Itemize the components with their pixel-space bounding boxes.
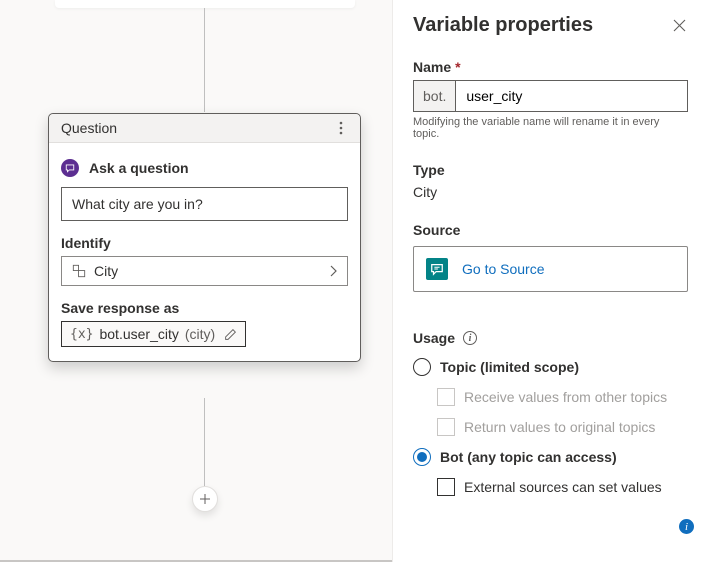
external-sources-checkbox[interactable]: External sources can set values — [437, 478, 688, 496]
previous-node-edge — [55, 0, 355, 8]
go-to-source-label: Go to Source — [462, 261, 545, 277]
info-tooltip-button[interactable]: i — [679, 519, 694, 534]
question-icon — [61, 159, 79, 177]
go-to-source-button[interactable]: Go to Source — [413, 246, 688, 292]
variable-type-paren: (city) — [185, 326, 215, 342]
source-label: Source — [413, 222, 688, 238]
close-icon — [673, 19, 686, 32]
name-label: Name — [413, 59, 451, 75]
node-header-title: Question — [61, 120, 117, 136]
entity-icon — [72, 264, 86, 278]
variable-chip[interactable]: {x} bot.user_city (city) — [61, 321, 246, 347]
radio-icon-selected — [413, 448, 431, 466]
return-values-checkbox: Return values to original topics — [437, 418, 688, 436]
checkbox-icon — [437, 478, 455, 496]
question-node[interactable]: Question Ask a question Identify City — [48, 113, 361, 362]
external-sources-label: External sources can set values — [464, 479, 662, 495]
variable-icon: {x} — [70, 327, 93, 342]
node-header: Question — [49, 114, 360, 143]
required-indicator: * — [455, 59, 460, 75]
identify-label: Identify — [61, 235, 348, 251]
variable-properties-panel: Variable properties Name * bot. Modifyin… — [392, 0, 708, 562]
close-panel-button[interactable] — [670, 17, 688, 35]
canvas: Question Ask a question Identify City — [0, 0, 392, 562]
scope-bot-radio[interactable]: Bot (any topic can access) — [413, 448, 688, 466]
scope-topic-label: Topic (limited scope) — [440, 359, 579, 375]
connector-line — [204, 398, 205, 486]
identify-value: City — [94, 263, 118, 279]
chevron-right-icon — [329, 265, 337, 277]
save-response-label: Save response as — [61, 300, 348, 316]
scope-topic-radio[interactable]: Topic (limited scope) — [413, 358, 688, 376]
question-text-input[interactable] — [61, 187, 348, 221]
usage-info-icon[interactable]: i — [463, 331, 477, 345]
name-prefix: bot. — [414, 81, 456, 111]
scope-bot-label: Bot (any topic can access) — [440, 449, 617, 465]
identify-dropdown[interactable]: City — [61, 256, 348, 286]
pencil-icon — [224, 328, 237, 341]
checkbox-icon — [437, 388, 455, 406]
add-node-button[interactable] — [192, 486, 218, 512]
return-values-label: Return values to original topics — [464, 419, 655, 435]
plus-icon — [199, 493, 211, 505]
more-vertical-icon — [339, 121, 343, 135]
variable-name-input[interactable] — [456, 81, 687, 111]
type-value: City — [413, 184, 688, 200]
receive-values-label: Receive values from other topics — [464, 389, 667, 405]
node-more-menu[interactable] — [332, 119, 350, 137]
variable-name: bot.user_city — [99, 326, 178, 342]
radio-icon — [413, 358, 431, 376]
panel-title: Variable properties — [413, 14, 670, 37]
edit-variable-button[interactable] — [223, 327, 237, 341]
ask-question-label: Ask a question — [89, 160, 189, 176]
receive-values-checkbox: Receive values from other topics — [437, 388, 688, 406]
usage-label: Usage — [413, 330, 455, 346]
name-input-group: bot. — [413, 80, 688, 112]
type-label: Type — [413, 162, 688, 178]
checkbox-icon — [437, 418, 455, 436]
source-icon — [426, 258, 448, 280]
connector-line — [204, 8, 205, 112]
name-hint: Modifying the variable name will rename … — [413, 116, 688, 140]
